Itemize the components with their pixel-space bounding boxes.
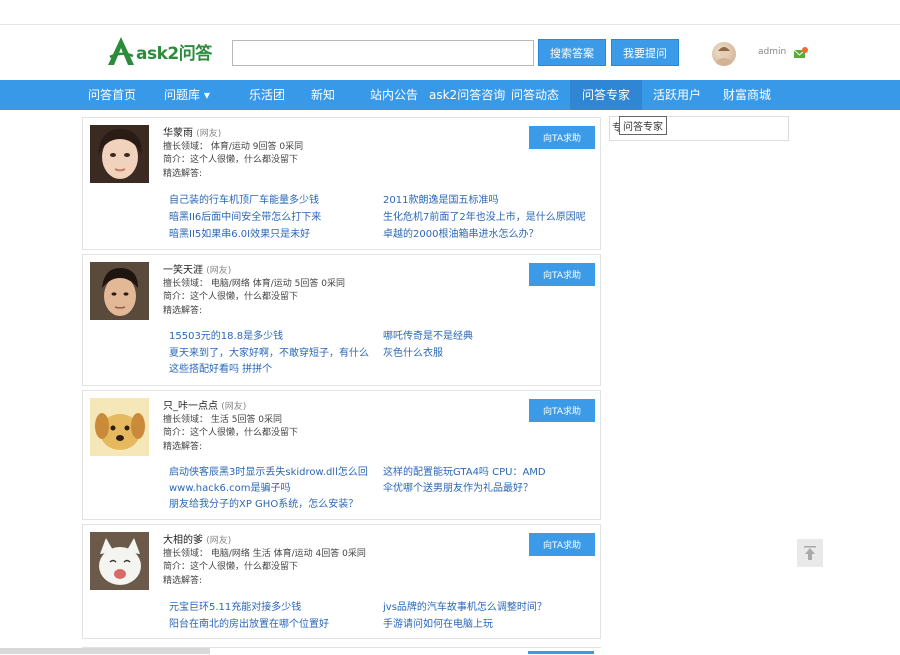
answer-link[interactable]: 这些搭配好看吗 拼拼个 [169, 360, 272, 375]
nav-item-wealth-mall[interactable]: 财富商城 [723, 80, 771, 110]
nav-item-experts[interactable]: 问答专家 [570, 80, 643, 110]
expert-intro: 简介：这个人很懒，什么都没留下 [163, 428, 299, 438]
nav-item-home[interactable]: 问答首页 [88, 80, 136, 110]
best-answers-label: 精选解答: [163, 306, 203, 316]
answer-link[interactable]: 伞优哪个送男朋友作为礼品最好？ [383, 479, 533, 494]
answer-link[interactable]: 灰色什么衣服 [383, 344, 443, 359]
answer-link[interactable]: 朋友给我分子的XP GHO系统，怎么安装？ [169, 495, 358, 510]
expert-name-line: 只_咔一点点 (网友) [163, 397, 246, 412]
user-avatar[interactable] [712, 42, 736, 66]
answer-link[interactable]: 夏天来到了，大家好啊，不敢穿短子，有什么 [169, 344, 369, 359]
nav-item-lohas[interactable]: 乐活团 [249, 80, 285, 110]
answer-link[interactable]: 卓越的2000根油箱串进水怎么办？ [383, 225, 538, 240]
ask-expert-button[interactable]: 向TA求助 [529, 533, 595, 556]
answer-link[interactable]: 哪吒传奇是不是经典 [383, 327, 473, 342]
expert-name[interactable]: 只_咔一点点 [163, 401, 218, 412]
ask-expert-button[interactable]: 向TA求助 [529, 263, 595, 286]
message-icon[interactable] [793, 45, 808, 64]
expert-intro: 简介：这个人很懒，什么都没留下 [163, 155, 299, 165]
expert-name-line: 华蒙雨 (网友) [163, 124, 221, 139]
answer-link[interactable]: 元宝巨环5.11充能对接多少钱 [169, 598, 301, 613]
nav-item-question-library[interactable]: 问题库 ▾ [164, 80, 210, 110]
header: ask2问答 搜索答案 我要提问 admin [0, 25, 900, 80]
expert-card: 华蒙雨 (网友) 擅长领域： 体育/运动 9回答 0采同 简介：这个人很懒，什么… [82, 117, 601, 250]
arrow-up-icon [804, 546, 816, 560]
expert-name[interactable]: 大相的爹 [163, 535, 203, 546]
nav-item-new-knowledge[interactable]: 新知 [311, 80, 335, 110]
nav-item-dynamics[interactable]: 问答动态 [511, 80, 559, 110]
nav-item-consult[interactable]: ask2问答咨询 [429, 80, 505, 110]
expert-avatar[interactable] [90, 125, 149, 183]
best-answers-label: 精选解答: [163, 576, 203, 586]
answer-link[interactable]: 阳台在南北的房出放置在哪个位置好 [169, 615, 329, 630]
nav-item-active-users[interactable]: 活跃用户 [653, 80, 701, 110]
tooltip: 问答专家 [619, 116, 667, 135]
back-to-top-button[interactable] [797, 539, 823, 567]
expert-field: 擅长领域： 体育/运动 9回答 0采同 [163, 142, 304, 152]
expert-field: 擅长领域： 生活 5回答 0采同 [163, 415, 283, 425]
expert-tag: (网友) [206, 266, 232, 276]
expert-card: 只_咔一点点 (网友) 擅长领域： 生活 5回答 0采同 简介：这个人很懒，什么… [82, 390, 601, 520]
search-input[interactable] [232, 40, 534, 66]
answer-link[interactable]: 暗黑II5如果串6.0I效果只是未好 [169, 225, 310, 240]
logo-text: ask2问答 [136, 43, 212, 64]
answer-link[interactable]: www.hack6.com是骗子吗 [169, 479, 290, 494]
answer-link[interactable]: jvs品牌的汽车故事机怎么调整时间？ [383, 598, 547, 613]
answer-link[interactable]: 手游请问如何在电脑上玩 [383, 615, 493, 630]
answer-link[interactable]: 启动侠客辰黑3时显示丢失skidrow.dll怎么回 [169, 463, 368, 478]
expert-name[interactable]: 华蒙雨 [163, 128, 193, 139]
username[interactable]: admin [758, 47, 786, 57]
best-answers-label: 精选解答: [163, 169, 203, 179]
expert-card: 一笑天涯 (网友) 擅长领域： 电脑/网络 体育/运动 5回答 0采同 简介：这… [82, 254, 601, 386]
expert-avatar[interactable] [90, 398, 149, 456]
expert-tag: (网友) [221, 402, 247, 412]
search-button[interactable]: 搜索答案 [538, 39, 606, 66]
main-nav: 问答首页 问题库 ▾ 乐活团 新知 站内公告 ask2问答咨询 问答动态 问答专… [0, 80, 900, 110]
expert-intro: 简介：这个人很懒，什么都没留下 [163, 292, 299, 302]
site-logo[interactable]: ask2问答 [108, 37, 212, 65]
expert-field: 擅长领域： 电脑/网络 生活 体育/运动 4回答 0采同 [163, 549, 366, 559]
expert-intro: 简介：这个人很懒，什么都没留下 [163, 562, 299, 572]
answer-link[interactable]: 暗黑II6后面中间安全带怎么打下来 [169, 208, 321, 223]
best-answers-label: 精选解答: [163, 442, 203, 452]
answer-link[interactable]: 15503元的18.8是多少钱 [169, 327, 283, 342]
answer-link[interactable]: 2011款朗逸是国五标准吗 [383, 191, 498, 206]
expert-name-line: 大相的爹 (网友) [163, 531, 231, 546]
ask-expert-button[interactable]: 向TA求助 [529, 399, 595, 422]
expert-tag: (网友) [196, 129, 222, 139]
expert-name[interactable]: 一笑天涯 [163, 265, 203, 276]
expert-tag: (网友) [206, 536, 232, 546]
answer-link[interactable]: 这样的配置能玩GTA4吗 CPU：AMD [383, 463, 546, 478]
horizontal-scrollbar[interactable] [0, 648, 210, 654]
expert-field: 擅长领域： 电脑/网络 体育/运动 5回答 0采同 [163, 279, 345, 289]
ask-expert-button[interactable]: 向TA求助 [529, 126, 595, 149]
expert-avatar[interactable] [90, 262, 149, 320]
nav-item-announcements[interactable]: 站内公告 [370, 80, 418, 110]
expert-card: 大相的爹 (网友) 擅长领域： 电脑/网络 生活 体育/运动 4回答 0采同 简… [82, 524, 601, 639]
answer-link[interactable]: 自己装的行车机顶厂车能量多少钱 [169, 191, 319, 206]
answer-link[interactable]: 生化危机7前面了2年也没上市，是什么原因呢 [383, 208, 586, 223]
expert-avatar[interactable] [90, 532, 149, 590]
ask-question-button[interactable]: 我要提问 [611, 39, 679, 66]
logo-a-icon [108, 37, 134, 65]
expert-name-line: 一笑天涯 (网友) [163, 261, 231, 276]
